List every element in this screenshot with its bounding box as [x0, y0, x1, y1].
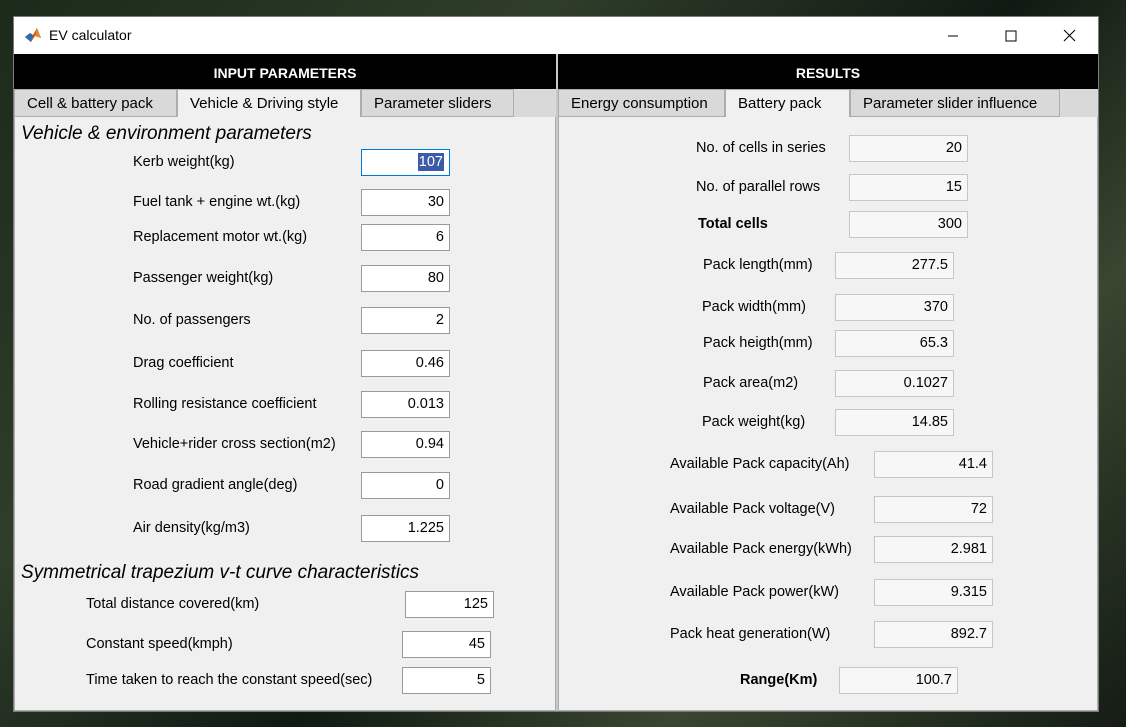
- rolling-resistance-input[interactable]: 0.013: [361, 391, 450, 418]
- field-label: No. of passengers: [133, 312, 251, 328]
- total-distance-input[interactable]: 125: [405, 591, 494, 618]
- air-density-input[interactable]: 1.225: [361, 515, 450, 542]
- section-trapezium-curve: Symmetrical trapezium v-t curve characte…: [21, 562, 420, 583]
- pack-area-output: 0.1027: [835, 370, 954, 397]
- parallel-rows-output: 15: [849, 174, 968, 201]
- minimize-icon: [948, 35, 958, 36]
- field-label: Drag coefficient: [133, 355, 234, 371]
- tab-cell-battery-pack[interactable]: Cell & battery pack: [14, 89, 177, 117]
- battery-pack-content: No. of cells in series 20 No. of paralle…: [558, 117, 1098, 711]
- pack-voltage-output: 72: [874, 496, 993, 523]
- field-label: Total distance covered(km): [86, 596, 260, 612]
- field-label: Rolling resistance coefficient: [133, 396, 317, 412]
- results-panel: RESULTS Energy consumption Battery pack …: [558, 54, 1098, 711]
- result-label: No. of parallel rows: [696, 179, 821, 195]
- replacement-motor-weight-input[interactable]: 6: [361, 224, 450, 251]
- window-title: EV calculator: [49, 27, 132, 43]
- input-parameters-header: INPUT PARAMETERS: [14, 54, 556, 89]
- number-of-passengers-input[interactable]: 2: [361, 307, 450, 334]
- section-vehicle-environment: Vehicle & environment parameters: [21, 123, 312, 144]
- cells-in-series-output: 20: [849, 135, 968, 162]
- result-label: Available Pack power(kW): [670, 584, 839, 600]
- tab-parameter-sliders[interactable]: Parameter sliders: [361, 89, 514, 117]
- maximize-button[interactable]: [982, 17, 1040, 54]
- pack-heat-output: 892.7: [874, 621, 993, 648]
- result-label: Pack area(m2): [703, 375, 799, 391]
- total-cells-output: 300: [849, 211, 968, 238]
- tab-energy-consumption[interactable]: Energy consumption: [558, 89, 725, 117]
- field-label: Air density(kg/m3): [133, 520, 250, 536]
- result-label: No. of cells in series: [696, 140, 826, 156]
- result-label: Available Pack voltage(V): [670, 501, 835, 517]
- result-label: Available Pack energy(kWh): [670, 541, 852, 557]
- tab-parameter-slider-influence[interactable]: Parameter slider influence: [850, 89, 1060, 117]
- acceleration-time-input[interactable]: 5: [402, 667, 491, 694]
- pack-power-output: 9.315: [874, 579, 993, 606]
- result-label: Pack length(mm): [703, 257, 813, 273]
- input-tabbar: Cell & battery pack Vehicle & Driving st…: [14, 89, 556, 118]
- field-label: Vehicle+rider cross section(m2): [133, 436, 336, 452]
- field-label: Replacement motor wt.(kg): [133, 229, 308, 245]
- result-label: Total cells: [698, 216, 768, 232]
- field-label: Constant speed(kmph): [86, 636, 233, 652]
- fuel-tank-engine-weight-input[interactable]: 30: [361, 189, 450, 216]
- tab-battery-pack[interactable]: Battery pack: [725, 89, 850, 118]
- tabbar-filler: [1060, 89, 1098, 118]
- field-label: Kerb weight(kg): [133, 154, 235, 170]
- field-label: Time taken to reach the constant speed(s…: [86, 672, 373, 688]
- tab-vehicle-driving-style[interactable]: Vehicle & Driving style: [177, 89, 361, 118]
- result-label: Pack width(mm): [702, 299, 806, 315]
- range-output: 100.7: [839, 667, 958, 694]
- pack-weight-output: 14.85: [835, 409, 954, 436]
- field-label: Road gradient angle(deg): [133, 477, 298, 493]
- constant-speed-input[interactable]: 45: [402, 631, 491, 658]
- result-label: Range(Km): [740, 672, 818, 688]
- vehicle-driving-content: Vehicle & environment parameters Kerb we…: [14, 117, 556, 711]
- result-label: Pack weight(kg): [702, 414, 806, 430]
- title-bar: EV calculator: [14, 17, 1098, 54]
- app-window: EV calculator INPUT PARAMETERS Cell & ba…: [13, 16, 1099, 712]
- matlab-icon: [24, 26, 42, 44]
- tabbar-filler: [514, 89, 556, 118]
- results-tabbar: Energy consumption Battery pack Paramete…: [558, 89, 1098, 118]
- pack-energy-output: 2.981: [874, 536, 993, 563]
- close-icon: [1063, 29, 1075, 42]
- minimize-button[interactable]: [924, 17, 982, 54]
- result-label: Available Pack capacity(Ah): [670, 456, 850, 472]
- pack-height-output: 65.3: [835, 330, 954, 357]
- close-button[interactable]: [1040, 17, 1098, 54]
- road-gradient-input[interactable]: 0: [361, 472, 450, 499]
- cross-section-input[interactable]: 0.94: [361, 431, 450, 458]
- field-label: Fuel tank + engine wt.(kg): [133, 194, 301, 210]
- input-parameters-panel: INPUT PARAMETERS Cell & battery pack Veh…: [14, 54, 556, 711]
- pack-capacity-output: 41.4: [874, 451, 993, 478]
- pack-length-output: 277.5: [835, 252, 954, 279]
- field-label: Passenger weight(kg): [133, 270, 274, 286]
- results-header: RESULTS: [558, 54, 1098, 89]
- drag-coefficient-input[interactable]: 0.46: [361, 350, 450, 377]
- pack-width-output: 370: [835, 294, 954, 321]
- maximize-icon: [1005, 30, 1017, 41]
- passenger-weight-input[interactable]: 80: [361, 265, 450, 292]
- kerb-weight-input[interactable]: 107: [361, 149, 450, 176]
- result-label: Pack heat generation(W): [670, 626, 831, 642]
- result-label: Pack heigth(mm): [703, 335, 813, 351]
